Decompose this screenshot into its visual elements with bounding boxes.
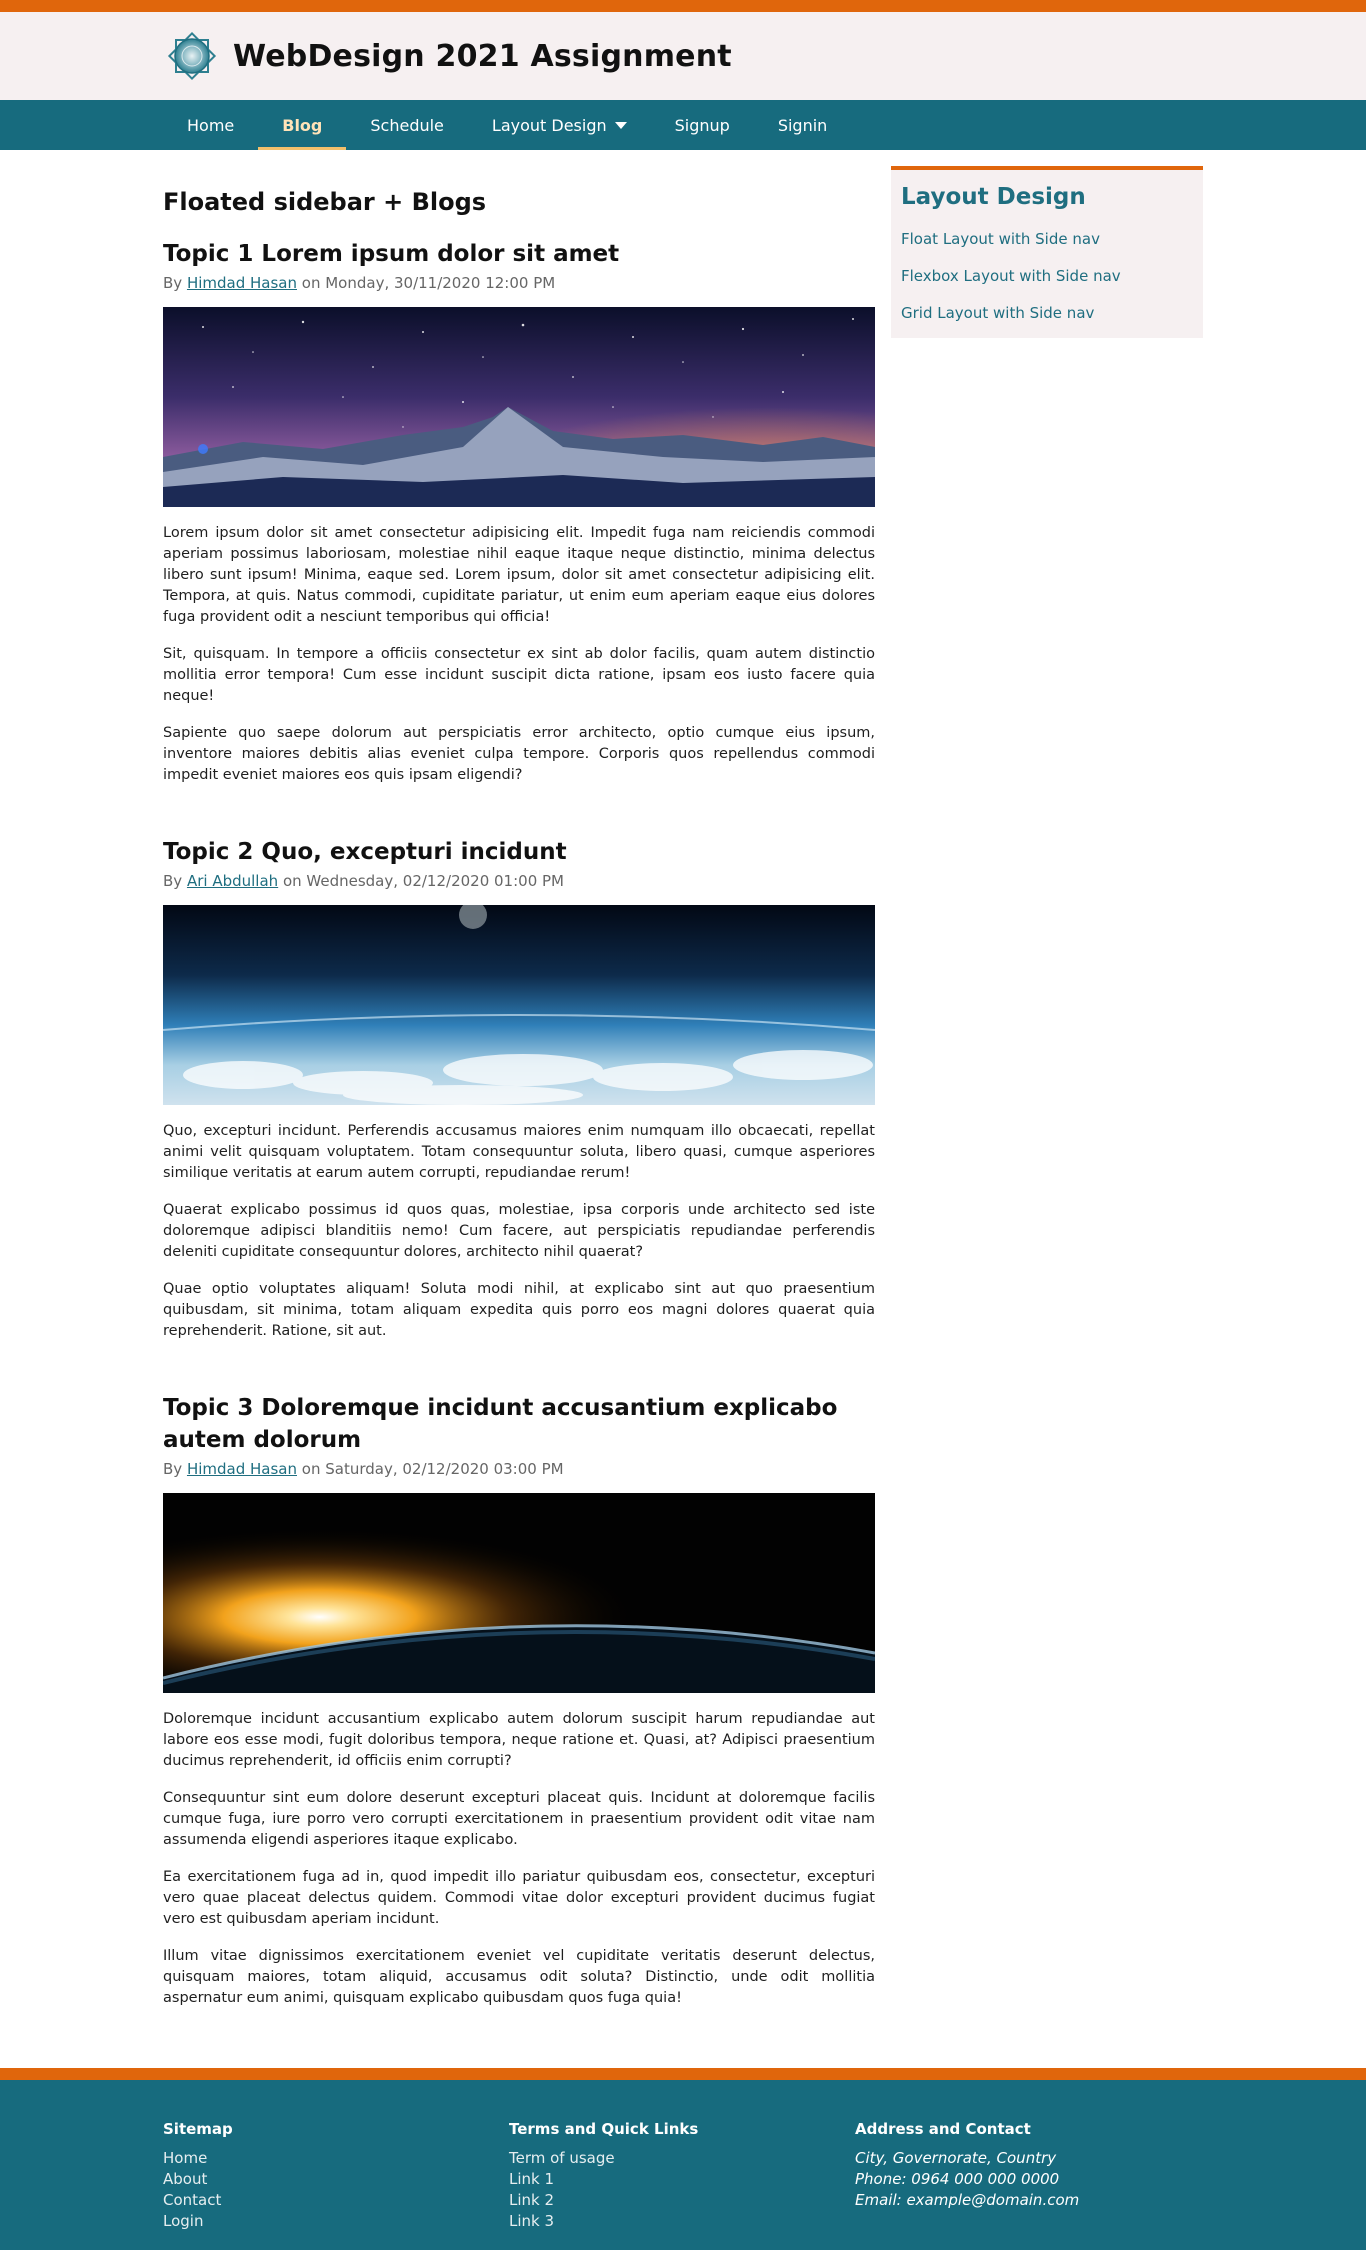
post-paragraph: Doloremque incidunt accusantium explicab…	[163, 1711, 875, 1769]
footer-email: Email: example@domain.com	[855, 2191, 1080, 2209]
blog-post: Topic 1 Lorem ipsum dolor sit amet By Hi…	[163, 238, 875, 786]
sidebar-title: Layout Design	[901, 184, 1086, 210]
nav-item-layout-design[interactable]: Layout Design	[468, 100, 651, 150]
author-link[interactable]: Ari Abdullah	[187, 872, 278, 890]
sidebar: Layout Design Float Layout with Side nav…	[891, 166, 1203, 338]
post-title: Topic 2 Quo, excepturi incidunt	[163, 839, 567, 865]
footer-phone: Phone: 0964 000 000 0000	[855, 2170, 1060, 2188]
post-title: Topic 3 Doloremque incidunt accusantium …	[163, 1395, 838, 1453]
post-paragraph: Quo, excepturi incidunt. Perferendis acc…	[163, 1123, 875, 1181]
post-date: on Monday, 30/11/2020 12:00 PM	[301, 274, 556, 292]
footer-link-contact[interactable]: Contact	[163, 2190, 509, 2211]
nav-item-home[interactable]: Home	[163, 100, 258, 150]
footer-address-line: City, Governorate, Country	[855, 2149, 1057, 2167]
post-date: on Saturday, 02/12/2020 03:00 PM	[301, 1460, 564, 1478]
footer-heading: Terms and Quick Links	[509, 2120, 699, 2138]
post-paragraph: Lorem ipsum dolor sit amet consectetur a…	[163, 525, 875, 625]
blog-post: Topic 3 Doloremque incidunt accusantium …	[163, 1392, 875, 2009]
footer-heading: Address and Contact	[855, 2120, 1031, 2138]
footer-sitemap: Sitemap Home About Contact Login	[163, 2120, 509, 2232]
nav-item-label: Blog	[282, 115, 323, 135]
post-byline: By Ari Abdullah on Wednesday, 02/12/2020…	[163, 872, 875, 890]
sidebar-link-grid-layout[interactable]: Grid Layout with Side nav	[901, 304, 1193, 322]
main-nav: Home Blog Schedule Layout Design Signup …	[0, 100, 1366, 150]
nav-item-label: Signin	[777, 115, 828, 135]
section-title: Floated sidebar + Blogs	[163, 188, 487, 216]
main-content: Floated sidebar + Blogs Topic 1 Lorem ip…	[163, 150, 875, 2031]
byline-prefix: By	[163, 274, 183, 292]
planet-sunrise-image	[163, 1493, 875, 1693]
nav-item-label: Layout Design	[491, 115, 607, 135]
footer-link-1[interactable]: Link 1	[509, 2169, 855, 2190]
author-link[interactable]: Himdad Hasan	[187, 274, 297, 292]
sidebar-link-float-layout[interactable]: Float Layout with Side nav	[901, 230, 1193, 248]
nav-item-label: Signup	[674, 115, 730, 135]
post-byline: By Himdad Hasan on Saturday, 02/12/2020 …	[163, 1460, 875, 1478]
footer-terms: Terms and Quick Links Term of usage Link…	[509, 2120, 855, 2232]
footer-link-3[interactable]: Link 3	[509, 2211, 855, 2232]
nav-item-signup[interactable]: Signup	[651, 100, 754, 150]
chevron-down-icon	[614, 121, 627, 129]
footer-heading: Sitemap	[163, 2120, 233, 2138]
site-footer: Sitemap Home About Contact Login Terms a…	[0, 2080, 1366, 2250]
footer-link-login[interactable]: Login	[163, 2211, 509, 2232]
post-paragraph: Sit, quisquam. In tempore a officiis con…	[163, 646, 875, 704]
footer-link-about[interactable]: About	[163, 2169, 509, 2190]
top-accent-bar	[0, 0, 1366, 12]
footer-accent-bar	[0, 2068, 1366, 2080]
post-title: Topic 1 Lorem ipsum dolor sit amet	[163, 241, 620, 267]
post-paragraph: Quaerat explicabo possimus id quos quas,…	[163, 1202, 875, 1260]
earth-atmosphere-image	[163, 905, 875, 1105]
post-date: on Wednesday, 02/12/2020 01:00 PM	[282, 872, 564, 890]
sidebar-link-flexbox-layout[interactable]: Flexbox Layout with Side nav	[901, 267, 1193, 285]
nav-item-label: Home	[187, 115, 235, 135]
nav-item-label: Schedule	[370, 115, 444, 135]
post-paragraph: Quae optio voluptates aliquam! Soluta mo…	[163, 1281, 875, 1339]
footer-link-home[interactable]: Home	[163, 2148, 509, 2169]
site-header: WebDesign 2021 Assignment	[0, 12, 1366, 100]
post-paragraph: Consequuntur sint eum dolore deserunt ex…	[163, 1790, 875, 1848]
site-title: WebDesign 2021 Assignment	[233, 38, 732, 74]
nav-item-blog[interactable]: Blog	[258, 100, 347, 150]
post-paragraph: Ea exercitationem fuga ad in, quod imped…	[163, 1869, 875, 1927]
byline-prefix: By	[163, 1460, 183, 1478]
byline-prefix: By	[163, 872, 183, 890]
footer-link-terms[interactable]: Term of usage	[509, 2148, 855, 2169]
author-link[interactable]: Himdad Hasan	[187, 1460, 297, 1478]
post-byline: By Himdad Hasan on Monday, 30/11/2020 12…	[163, 274, 875, 292]
footer-address: Address and Contact City, Governorate, C…	[855, 2120, 1201, 2232]
nav-item-signin[interactable]: Signin	[754, 100, 851, 150]
post-paragraph: Sapiente quo saepe dolorum aut perspicia…	[163, 725, 875, 783]
nav-item-schedule[interactable]: Schedule	[346, 100, 468, 150]
post-paragraph: Illum vitae dignissimos exercitationem e…	[163, 1948, 875, 2006]
footer-link-2[interactable]: Link 2	[509, 2190, 855, 2211]
star-emblem-icon[interactable]	[165, 29, 219, 83]
blog-post: Topic 2 Quo, excepturi incidunt By Ari A…	[163, 836, 875, 1342]
starry-mountain-image	[163, 307, 875, 507]
